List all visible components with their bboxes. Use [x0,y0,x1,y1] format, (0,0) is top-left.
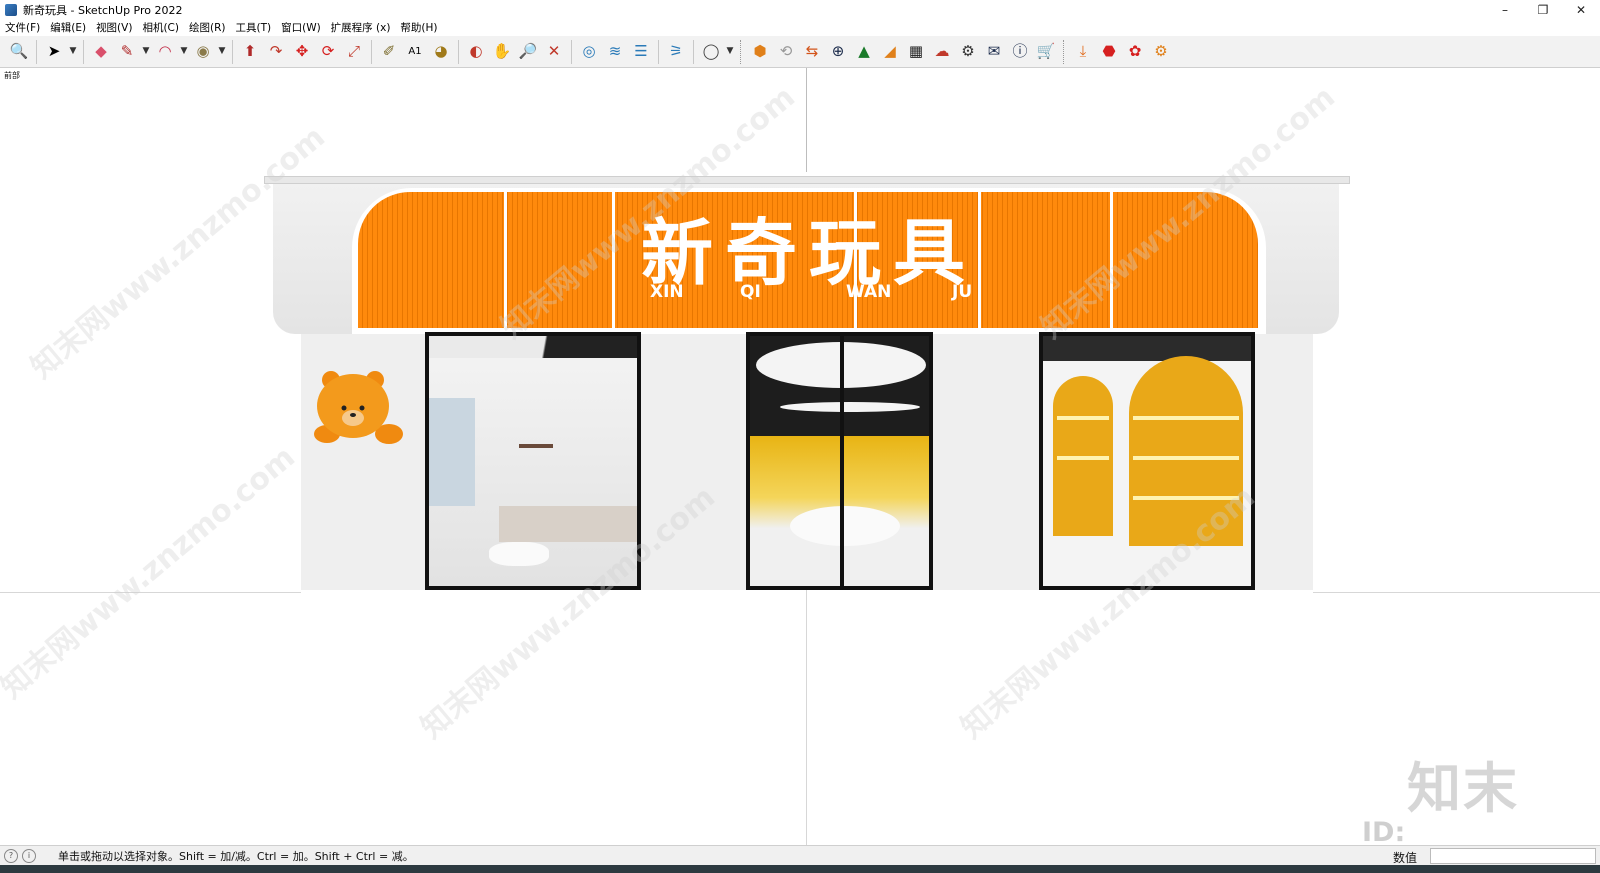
add-icon[interactable]: ⊕ [825,39,851,65]
red-axis-line [1313,592,1600,593]
cart-icon[interactable]: 🛒 [1033,39,1059,65]
sandbox-icon[interactable]: ◎ [576,39,602,65]
title-bar: 新奇玩具 - SketchUp Pro 2022 – ❐ ✕ [0,0,1600,19]
toolbar-separator [458,39,459,64]
settings-icon[interactable]: ⚙ [955,39,981,65]
toolbar-separator [232,39,233,64]
cloud-upload-icon[interactable]: ☁ [929,39,955,65]
gear-small-icon[interactable]: ⚙ [1148,39,1174,65]
sign-pinyin-xin: XIN [650,282,684,302]
instructor-icon[interactable]: i [22,848,36,863]
close-button[interactable]: ✕ [1562,0,1600,19]
entrance-door[interactable] [746,332,933,590]
tape-icon[interactable]: ✐ [376,39,402,65]
arc-icon[interactable]: ◠ [152,39,178,65]
mail-icon[interactable]: ✉ [981,39,1007,65]
toolbar-separator [83,39,84,64]
pencil-icon[interactable]: ✎ [114,39,140,65]
sign-pinyin-ju: JU [952,282,973,302]
3d-viewport[interactable]: 前部 新奇玩具 XIN QI WAN JU 知末网www.znzmo.com 知… [0,68,1600,845]
warehouse-icon[interactable]: ⬢ [747,39,773,65]
blue-axis-line [806,590,807,845]
window-title: 新奇玩具 - SketchUp Pro 2022 [23,3,183,17]
toolbar-grip[interactable] [740,39,743,64]
toolbar-separator [658,39,659,64]
paint-bucket-icon[interactable]: ◕ [428,39,454,65]
scene-tab-label[interactable]: 前部 [4,70,20,81]
menu-edit[interactable]: 编辑(E) [45,20,91,35]
toolbar-grip[interactable] [1063,39,1066,64]
zoom-extents-icon[interactable]: 🔍 [6,39,32,65]
menu-file[interactable]: 文件(F) [0,20,45,35]
refresh-icon[interactable]: ⟲ [773,39,799,65]
rotate-icon[interactable]: ⟳ [315,39,341,65]
status-bar: ? i 单击或拖动以选择对象。Shift = 加/减。Ctrl = 加。Shif… [0,845,1600,865]
restore-button[interactable]: ❐ [1524,0,1562,19]
menu-tools[interactable]: 工具(T) [230,20,276,35]
follow-me-icon[interactable]: ↷ [263,39,289,65]
status-message: 单击或拖动以选择对象。Shift = 加/减。Ctrl = 加。Shift + … [58,849,414,863]
text-icon[interactable]: A1 [402,39,428,65]
main-toolbar: 🔍 ➤ ▼ ◆ ✎ ▼ ◠ ▼ ◉ ▼ ⬆ ↷ ✥ ⟳ ⤢ ✐ A1 ◕ ◐ ✋… [0,36,1600,68]
pan-icon[interactable]: ✋ [489,39,515,65]
menu-help[interactable]: 帮助(H) [395,20,442,35]
orbit-icon[interactable]: ◐ [463,39,489,65]
arc-dropdown-icon[interactable]: ▼ [178,39,190,65]
export-icon[interactable]: ⇆ [799,39,825,65]
taskbar-strip [0,865,1600,873]
door-frame-divider [840,336,844,586]
menu-bar: 文件(F) 编辑(E) 视图(V) 相机(C) 绘图(R) 工具(T) 窗口(W… [0,19,1600,36]
menu-view[interactable]: 视图(V) [91,20,137,35]
tree-icon[interactable]: ▲ [851,39,877,65]
tape-dropdown-icon[interactable]: ▼ [216,39,228,65]
zoom-icon[interactable]: 🔎 [515,39,541,65]
download-icon[interactable]: ⤓ [1070,39,1096,65]
checker-icon[interactable]: ▦ [903,39,929,65]
layers-icon[interactable]: ≋ [602,39,628,65]
tape-measure-icon[interactable]: ◉ [190,39,216,65]
measurements-input[interactable] [1430,848,1596,864]
watermark-logo: 知末 [1407,757,1519,820]
menu-extensions[interactable]: 扩展程序 (x) [326,20,396,35]
geolocation-icon[interactable]: ? [4,848,18,863]
scale-icon[interactable]: ⤢ [341,39,367,65]
window-controls: – ❐ ✕ [1486,0,1600,19]
minimize-button[interactable]: – [1486,0,1524,19]
select-icon[interactable]: ➤ [41,39,67,65]
sketchup-app-icon [5,3,17,16]
styles-icon[interactable]: ☰ [628,39,654,65]
toolbar-separator [371,39,372,64]
eraser-icon[interactable]: ◆ [88,39,114,65]
display-shelf [1133,416,1239,420]
pencil-dropdown-icon[interactable]: ▼ [140,39,152,65]
info-icon[interactable]: ⓘ [1007,39,1033,65]
sketchup-window: 新奇玩具 - SketchUp Pro 2022 – ❐ ✕ 文件(F) 编辑(… [0,0,1600,873]
user-dropdown-icon[interactable]: ▼ [724,39,736,65]
toolbar-separator [571,39,572,64]
menu-window[interactable]: 窗口(W) [276,20,326,35]
move-icon[interactable]: ✥ [289,39,315,65]
user-icon[interactable]: ◯ [698,39,724,65]
menu-draw[interactable]: 绘图(R) [184,20,231,35]
watermark-diagonal: 知末网www.znzmo.com [0,439,302,706]
shade-icon[interactable]: ◢ [877,39,903,65]
green-axis-line [806,68,807,172]
toolbar-separator [693,39,694,64]
display-shelf [1133,456,1239,460]
bear-mascot-icon [314,371,403,444]
display-shelf [1057,456,1109,460]
sign-pinyin-qi: QI [740,282,761,302]
sign-pinyin-wan: WAN [846,282,892,302]
zoom-window-icon[interactable]: ✕ [541,39,567,65]
extension-icon[interactable]: ⬣ [1096,39,1122,65]
menu-camera[interactable]: 相机(C) [137,20,184,35]
measurements-label: 数值 [1393,851,1418,865]
gears-icon[interactable]: ✿ [1122,39,1148,65]
toolbar-separator [36,39,37,64]
display-shelf [1057,416,1109,420]
components-icon[interactable]: ⚞ [663,39,689,65]
select-dropdown-icon[interactable]: ▼ [67,39,79,65]
push-pull-icon[interactable]: ⬆ [237,39,263,65]
